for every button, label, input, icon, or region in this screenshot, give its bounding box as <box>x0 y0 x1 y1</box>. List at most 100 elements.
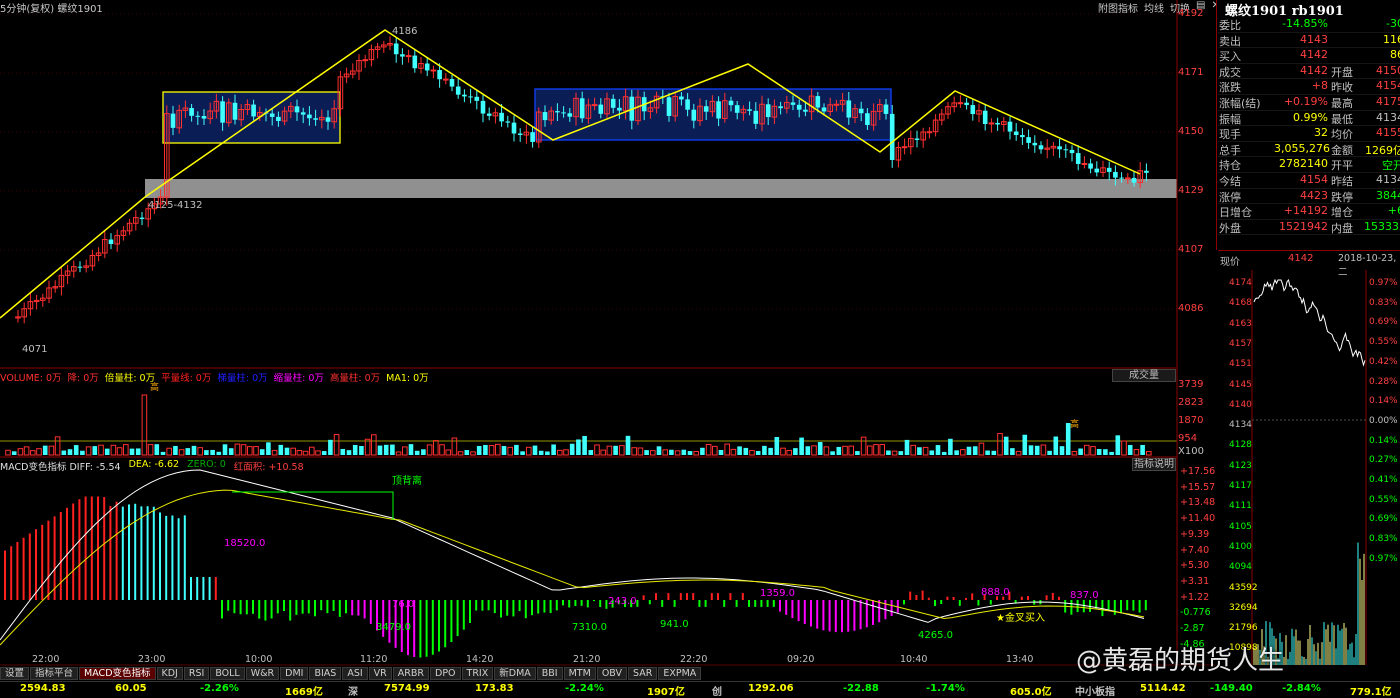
indicator-tab[interactable]: OBV <box>596 667 628 680</box>
high-volume-marker: 高 <box>148 382 158 391</box>
candle-body <box>778 106 783 109</box>
macd-tick: +11.40 <box>1180 513 1216 525</box>
status-value: 深 <box>348 687 358 698</box>
volume-bar <box>514 444 519 455</box>
volume-bar <box>216 451 222 455</box>
volume-bar <box>1140 444 1145 455</box>
volume-bar <box>606 445 613 456</box>
volume-tick: X100 <box>1178 446 1204 457</box>
quote-value: 0.99% <box>1293 110 1328 124</box>
candle-body <box>821 107 827 112</box>
candle-body <box>474 96 480 101</box>
quote-value: 116 <box>1383 32 1400 46</box>
indicator-tab[interactable]: EXPMA <box>658 667 702 680</box>
quote-key: 开盘 <box>1331 65 1353 79</box>
volume-bar <box>637 447 644 456</box>
macd-histogram <box>4 496 1147 658</box>
mini-left-tick: 43592 <box>1229 582 1258 593</box>
volume-bar <box>439 444 445 456</box>
volume-bar <box>383 444 389 455</box>
indicator-tab[interactable]: KDJ <box>156 667 183 680</box>
candle-body <box>1125 177 1131 180</box>
indicator-tab[interactable]: RSI <box>183 667 210 680</box>
status-value: 173.83 <box>475 683 514 694</box>
quote-value: 32 <box>1314 126 1328 140</box>
mini-price-line <box>1253 278 1366 367</box>
candle-body <box>405 55 412 58</box>
volume-bar <box>61 450 67 455</box>
volume-bar <box>240 444 247 456</box>
indicator-tab[interactable]: 设置 <box>0 667 30 680</box>
quote-value: 1521942 <box>1279 219 1328 233</box>
indicator-tab[interactable]: ASI <box>342 667 368 680</box>
mini-left-tick: 21796 <box>1229 623 1258 634</box>
high-annotation: 4186 <box>392 26 418 37</box>
yellow-range-box <box>162 91 341 144</box>
volume-bar <box>817 442 823 455</box>
mini-left-tick: 4105 <box>1229 521 1252 532</box>
volume-bar <box>898 451 904 455</box>
mini-left-tick: 4140 <box>1229 399 1252 410</box>
indicator-tab[interactable]: ARBR <box>392 667 429 680</box>
candle-body <box>1057 146 1062 150</box>
status-value: 创 <box>712 687 722 698</box>
volume-bar <box>1040 444 1047 456</box>
mini-right-tick: 0.55% <box>1369 494 1398 505</box>
macd-dea-label: DEA: -6.62 <box>128 459 180 470</box>
candle-body <box>1020 135 1025 138</box>
volume-bar <box>166 447 172 456</box>
volume-bar <box>377 445 383 455</box>
indicator-help-button[interactable]: 指标说明 <box>1132 458 1176 471</box>
macd-area-value: 888.0 <box>981 587 1010 598</box>
volume-bar <box>966 446 972 455</box>
volume-bar <box>191 445 197 455</box>
indicator-tab[interactable]: VR <box>368 667 392 680</box>
mini-right-tick: 0.00% <box>1369 415 1398 426</box>
indicator-tab[interactable]: MACD变色指标 <box>79 667 156 680</box>
mini-left-tick: 4163 <box>1229 318 1252 329</box>
volume-bar <box>414 450 420 455</box>
candle-body <box>1026 137 1031 143</box>
indicator-tab[interactable]: MTM <box>563 667 596 680</box>
candle-body <box>567 113 573 117</box>
indicator-tab[interactable]: BOLL <box>210 667 245 680</box>
indicator-tab[interactable]: 新DMA <box>494 667 536 680</box>
candle-body <box>666 97 672 116</box>
candle-body <box>189 108 194 116</box>
indicator-tab[interactable]: 指标平台 <box>30 667 79 680</box>
volume-bar <box>408 444 414 455</box>
support-zone-band <box>145 179 1177 198</box>
golden-cross-label: ★金叉买入 <box>996 609 1045 624</box>
indicator-tab[interactable]: BBI <box>536 667 563 680</box>
indicator-tab[interactable]: TRIX <box>461 667 494 680</box>
volume-bar <box>743 447 749 455</box>
mini-left-tick: 4117 <box>1229 481 1252 491</box>
volume-bar <box>650 450 656 456</box>
quote-key: 涨幅(结) <box>1219 97 1261 110</box>
indicator-tab[interactable]: W&R <box>245 667 280 680</box>
indicator-tab[interactable]: SAR <box>628 667 658 680</box>
volume-bar <box>978 442 985 456</box>
trend-zigzag-line <box>0 29 1141 319</box>
indicator-tab[interactable]: DMI <box>280 667 309 680</box>
quote-key: 金额 <box>1331 143 1353 157</box>
volume-bar <box>284 447 290 455</box>
volume-bar <box>359 445 364 455</box>
volume-bar <box>197 447 203 456</box>
volume-button[interactable]: 成交量 <box>1112 369 1176 382</box>
status-value: -2.26% <box>200 683 239 694</box>
volume-bar <box>1115 435 1121 455</box>
volume-bar <box>228 448 234 455</box>
volume-bar <box>321 451 327 455</box>
volume-bar <box>54 436 61 456</box>
quote-key: 昨收 <box>1331 81 1353 95</box>
indicator-tab[interactable]: BIAS <box>309 667 342 680</box>
volume-bar <box>545 451 550 455</box>
macd-area-value: 837.0 <box>1070 590 1099 601</box>
macd-area-value: 76.0 <box>392 599 415 610</box>
indicator-tab[interactable]: DPO <box>430 667 461 680</box>
volume-bar <box>346 450 352 455</box>
status-value: -2.84% <box>1282 683 1321 694</box>
price-tick: 4086 <box>1178 303 1204 314</box>
candle-body <box>790 102 796 105</box>
